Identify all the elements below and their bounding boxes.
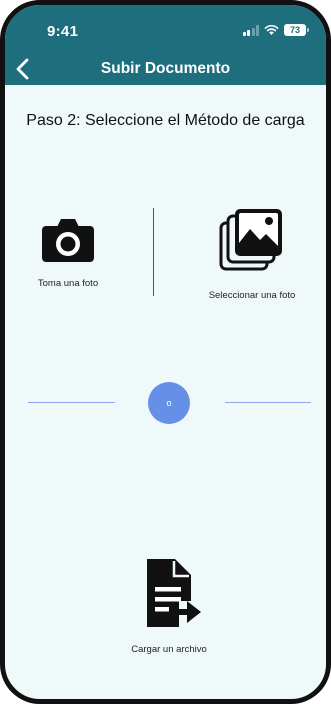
signal-icon (242, 24, 259, 36)
file-upload-icon (147, 559, 201, 627)
step-title: Paso 2: Seleccione el Método de carga (26, 112, 305, 129)
select-photo-option[interactable]: Seleccionar una foto (197, 207, 307, 301)
gallery-icon (219, 209, 282, 271)
options-divider (153, 208, 154, 296)
wifi-icon (264, 24, 279, 35)
take-photo-label: Toma una foto (37, 278, 99, 289)
battery-icon: 73 (284, 24, 309, 36)
camera-icon (42, 219, 94, 262)
upload-file-label: Cargar un archivo (131, 644, 207, 655)
upload-file-option[interactable]: Cargar un archivo (109, 557, 229, 655)
app-header: 9:41 73 Subir Documento (5, 5, 326, 85)
separator-line-left (28, 402, 115, 403)
status-time: 9:41 (47, 23, 79, 40)
select-photo-label: Seleccionar una foto (208, 290, 296, 301)
take-photo-option[interactable]: Toma una foto (27, 217, 109, 289)
phone-screen: 9:41 73 Subir Documento Paso 2: Seleccio… (0, 0, 331, 704)
separator-line-right (225, 402, 311, 403)
or-separator: o (148, 382, 190, 424)
page-title: Subir Documento (100, 60, 231, 77)
status-icons: 73 (242, 24, 309, 36)
